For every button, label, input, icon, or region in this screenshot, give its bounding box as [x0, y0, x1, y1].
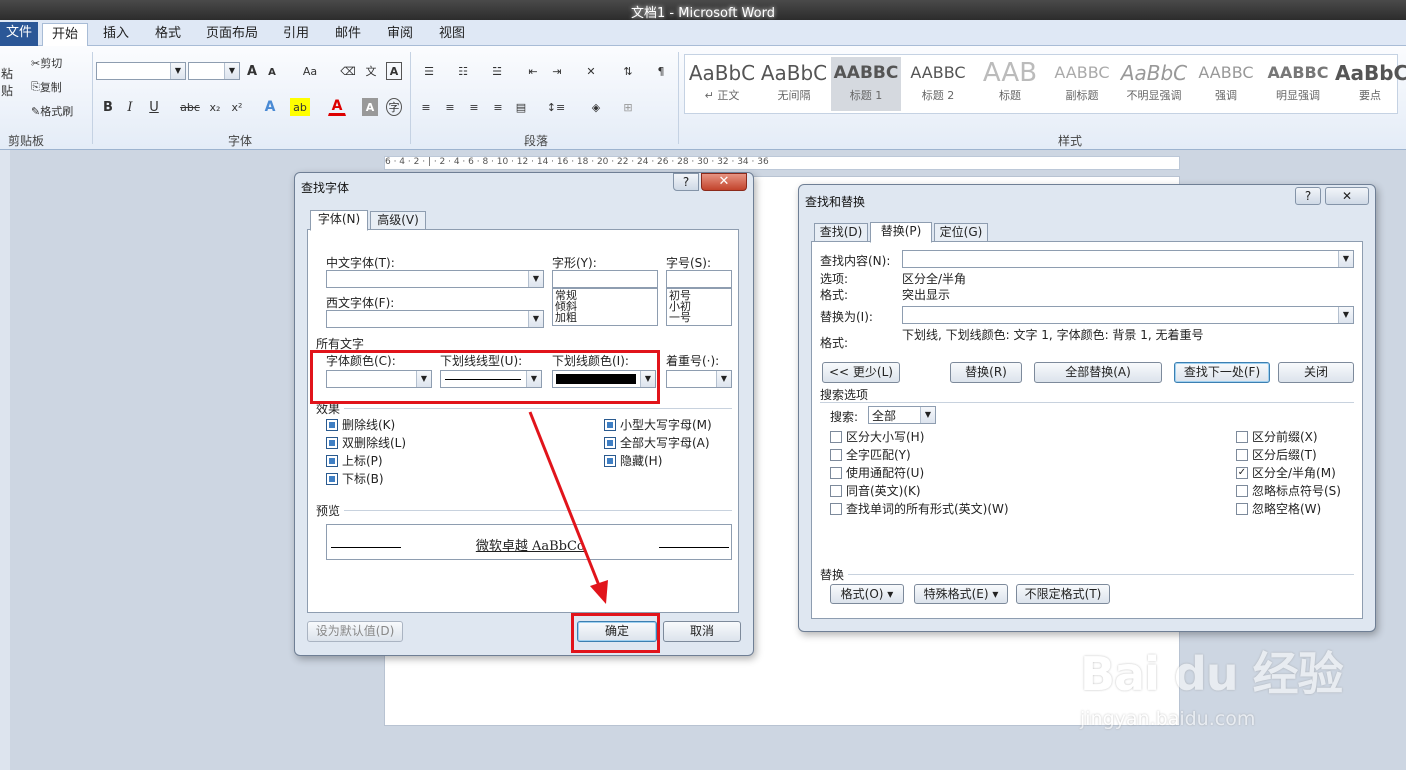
watermark-brand: Bai du 经验: [1080, 647, 1344, 701]
baidu-watermark: Bai du 经验 jingyan.baidu.com: [1080, 626, 1406, 736]
watermark-url: jingyan.baidu.com: [1080, 708, 1256, 730]
